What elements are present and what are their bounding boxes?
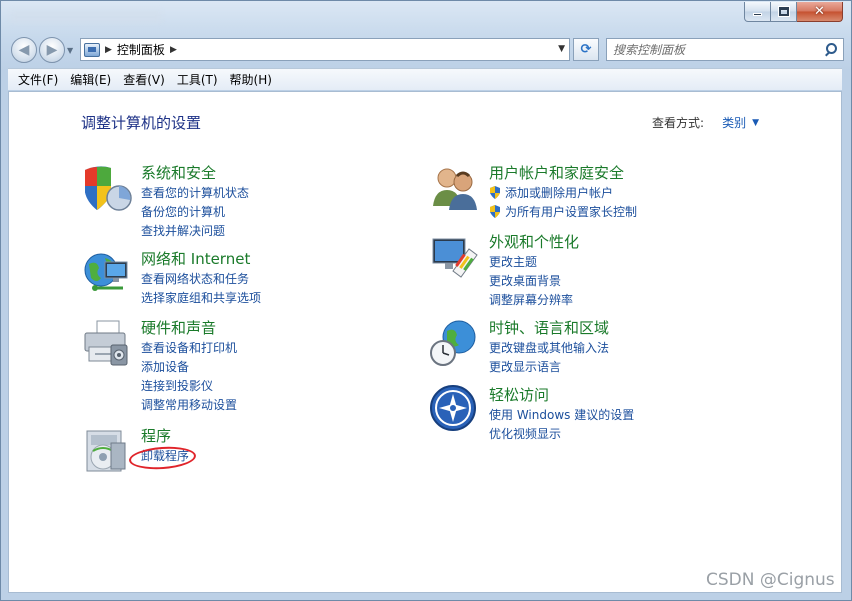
link-add-device[interactable]: 添加设备 [141, 358, 189, 375]
link-change-display-language[interactable]: 更改显示语言 [489, 358, 561, 375]
breadcrumb-separator-icon[interactable]: ▶ [170, 45, 177, 55]
category-title-appearance[interactable]: 外观和个性化 [489, 231, 579, 252]
search-input[interactable] [607, 42, 822, 57]
view-by-label: 查看方式: [652, 116, 705, 130]
chevron-down-icon[interactable]: ▼ [752, 118, 759, 128]
menu-file[interactable]: 文件(F) [12, 71, 64, 88]
link-homegroup-sharing[interactable]: 选择家庭组和共享选项 [141, 289, 261, 306]
forward-button[interactable]: ▶ [39, 37, 65, 63]
chevron-down-icon: ▼ [67, 46, 74, 55]
appearance-monitor-icon [432, 238, 478, 278]
menu-bar: 文件(F) 编辑(E) 查看(V) 工具(T) 帮助(H) [8, 68, 842, 90]
back-button[interactable]: ◀ [11, 37, 37, 63]
window-title-area [11, 11, 161, 23]
back-arrow-icon: ◀ [18, 42, 30, 58]
printer-icon [84, 320, 128, 366]
menu-edit[interactable]: 编辑(E) [64, 71, 117, 88]
link-desktop-background[interactable]: 更改桌面背景 [489, 272, 561, 289]
breadcrumb-separator-icon[interactable]: ▶ [105, 45, 112, 55]
content-area: 调整计算机的设置 查看方式: 类别 ▼ 系统和安全 查看您的计算机状态 备份您的… [8, 91, 842, 593]
category-title-network[interactable]: 网络和 Internet [141, 248, 250, 269]
menu-tools[interactable]: 工具(T) [171, 71, 224, 88]
link-parental-controls[interactable]: 为所有用户设置家长控制 [489, 203, 637, 220]
refresh-icon: ⟳ [580, 42, 592, 57]
view-by-value[interactable]: 类别 [722, 114, 746, 131]
link-view-computer-status[interactable]: 查看您的计算机状态 [141, 184, 249, 201]
category-title-system-security[interactable]: 系统和安全 [141, 162, 216, 183]
link-label[interactable]: 为所有用户设置家长控制 [505, 203, 637, 220]
search-icon[interactable] [822, 41, 840, 59]
link-troubleshoot[interactable]: 查找并解决问题 [141, 222, 225, 239]
minimize-icon [753, 13, 762, 16]
category-title-programs[interactable]: 程序 [141, 425, 171, 446]
link-label[interactable]: 添加或删除用户帐户 [505, 184, 613, 201]
programs-icon [86, 430, 126, 472]
close-icon: ✕ [814, 4, 825, 19]
link-screen-resolution[interactable]: 调整屏幕分辨率 [489, 291, 573, 308]
category-title-user-accounts[interactable]: 用户帐户和家庭安全 [489, 162, 624, 183]
watermark: CSDN @Cignus [706, 570, 835, 590]
view-by-selector: 查看方式: 类别 ▼ [652, 114, 759, 131]
link-change-theme[interactable]: 更改主题 [489, 253, 537, 270]
forward-arrow-icon: ▶ [46, 42, 58, 58]
maximize-icon [777, 6, 790, 17]
refresh-button[interactable]: ⟳ [573, 38, 599, 61]
control-panel-icon [84, 42, 100, 57]
link-network-status[interactable]: 查看网络状态和任务 [141, 270, 249, 287]
search-box[interactable] [606, 38, 844, 61]
users-icon [433, 168, 477, 210]
link-devices-printers[interactable]: 查看设备和打印机 [141, 339, 237, 356]
uac-shield-icon [489, 186, 501, 199]
address-bar[interactable]: ▶ 控制面板 ▶ ▼ [80, 38, 570, 61]
link-windows-recommended-settings[interactable]: 使用 Windows 建议的设置 [489, 406, 634, 423]
page-title: 调整计算机的设置 [81, 114, 202, 132]
recent-pages-dropdown[interactable]: ▼ [67, 46, 75, 55]
ease-of-access-icon [430, 385, 476, 431]
maximize-button[interactable] [771, 2, 797, 22]
link-change-input-method[interactable]: 更改键盘或其他输入法 [489, 339, 609, 356]
link-optimize-video[interactable]: 优化视频显示 [489, 425, 561, 442]
highlight-annotation [128, 444, 197, 472]
shield-icon [85, 166, 132, 211]
close-button[interactable]: ✕ [797, 2, 843, 22]
link-backup-computer[interactable]: 备份您的计算机 [141, 203, 225, 220]
breadcrumb-control-panel[interactable]: 控制面板 [117, 41, 165, 58]
clock-globe-icon [430, 320, 476, 366]
caption-buttons: ✕ [744, 2, 843, 22]
link-add-remove-users[interactable]: 添加或删除用户帐户 [489, 184, 613, 201]
menu-view[interactable]: 查看(V) [117, 71, 171, 88]
link-connect-projector[interactable]: 连接到投影仪 [141, 377, 213, 394]
menu-help[interactable]: 帮助(H) [224, 71, 278, 88]
category-title-hardware-sound[interactable]: 硬件和声音 [141, 317, 216, 338]
category-title-clock-language[interactable]: 时钟、语言和区域 [489, 317, 609, 338]
minimize-button[interactable] [744, 2, 771, 22]
uac-shield-icon [489, 205, 501, 218]
address-dropdown-icon[interactable]: ▼ [558, 44, 565, 54]
category-title-ease-of-access[interactable]: 轻松访问 [489, 384, 549, 405]
link-mobility-settings[interactable]: 调整常用移动设置 [141, 396, 237, 413]
network-globe-icon [84, 253, 128, 291]
